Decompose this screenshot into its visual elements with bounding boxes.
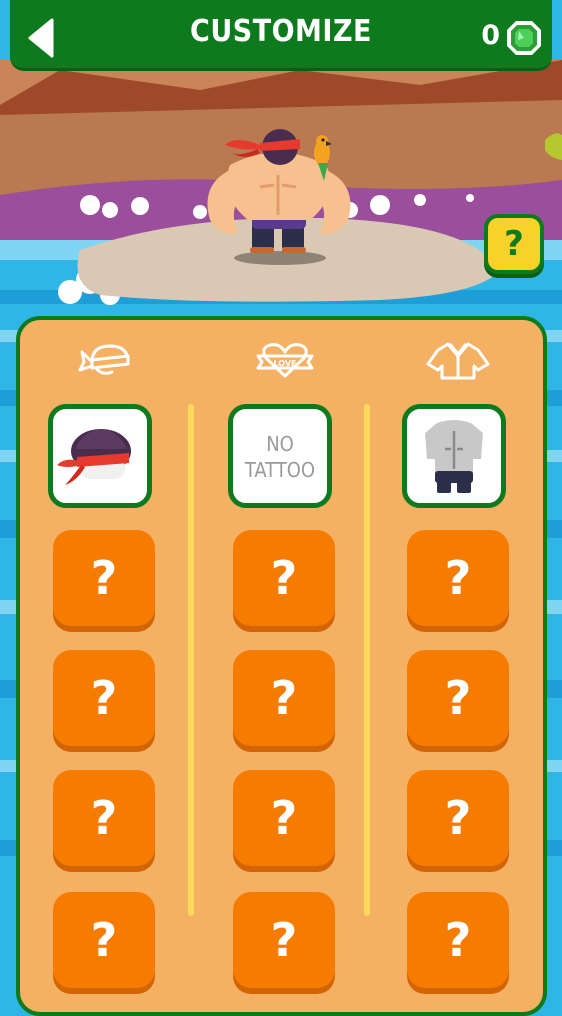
customize-panel: LOVE ? ? ? ? NO TATTOO ? ? ? ? ? ? ? ? (16, 316, 547, 1016)
no-tattoo-item[interactable]: NO TATTOO (228, 404, 332, 508)
help-button[interactable]: ? (484, 214, 544, 274)
column-divider (364, 404, 370, 916)
headband-icon[interactable] (78, 340, 136, 380)
headband-preview-icon (57, 429, 131, 485)
locked-item[interactable]: ? (53, 650, 155, 746)
outfit-preview-icon (425, 420, 483, 493)
locked-item[interactable]: ? (53, 530, 155, 626)
fighter-character (207, 129, 351, 253)
locked-item[interactable]: ? (407, 530, 509, 626)
no-tattoo-label: NO TATTOO (244, 432, 316, 482)
locked-item[interactable]: ? (407, 650, 509, 746)
locked-item[interactable]: ? (407, 770, 509, 866)
headband-item[interactable] (48, 404, 152, 508)
top-bar: CUSTOMIZE 0 (10, 0, 552, 71)
locked-item[interactable]: ? (233, 530, 335, 626)
locked-item[interactable]: ? (233, 892, 335, 988)
locked-item[interactable]: ? (53, 892, 155, 988)
shirt-icon[interactable] (426, 340, 490, 380)
green-gem-icon (507, 21, 541, 55)
locked-item[interactable]: ? (233, 770, 335, 866)
love-tattoo-icon[interactable]: LOVE (254, 340, 316, 380)
outfit-item[interactable] (402, 404, 506, 508)
locked-item[interactable]: ? (53, 770, 155, 866)
locked-item[interactable]: ? (233, 650, 335, 746)
tattoo-banner-text: LOVE (273, 359, 296, 368)
locked-item[interactable]: ? (407, 892, 509, 988)
gem-count: 0 (481, 20, 500, 51)
column-divider (188, 404, 194, 916)
page-title: CUSTOMIZE (190, 14, 372, 49)
